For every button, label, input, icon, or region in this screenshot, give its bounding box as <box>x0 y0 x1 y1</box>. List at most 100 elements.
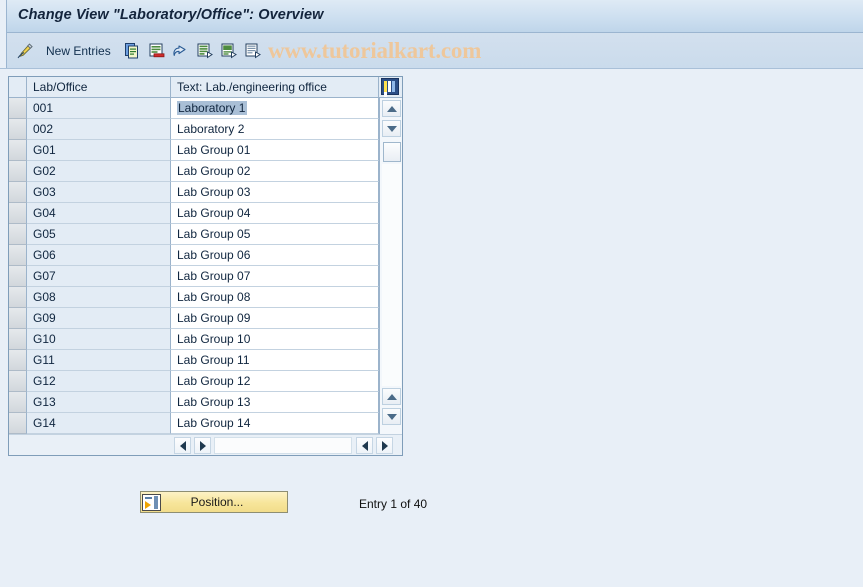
row-selector-button[interactable] <box>9 224 27 245</box>
table-row[interactable]: G10 Lab Group 10 <box>9 329 402 350</box>
cell-text[interactable]: Lab Group 14 <box>171 413 379 434</box>
scrollbar-track[interactable] <box>382 164 401 386</box>
cell-lab-office[interactable]: G02 <box>27 161 171 182</box>
table-row[interactable]: G06 Lab Group 06 <box>9 245 402 266</box>
scroll-right-button[interactable] <box>194 437 211 454</box>
cell-text[interactable]: Lab Group 13 <box>171 392 379 413</box>
row-selector-button[interactable] <box>9 245 27 266</box>
scroll-page-left-button[interactable] <box>356 437 373 454</box>
select-all-button[interactable] <box>196 39 214 63</box>
table-row[interactable]: G05 Lab Group 05 <box>9 224 402 245</box>
cell-text[interactable]: Lab Group 01 <box>171 140 379 161</box>
row-selector-button[interactable] <box>9 140 27 161</box>
cell-lab-office[interactable]: G03 <box>27 182 171 203</box>
scroll-page-down-button[interactable] <box>382 408 401 425</box>
scroll-up-button[interactable] <box>382 100 401 117</box>
cell-text[interactable]: Lab Group 11 <box>171 350 379 371</box>
deselect-all-button[interactable] <box>244 39 262 63</box>
table-vertical-scrollbar[interactable] <box>379 98 402 434</box>
row-selector-button[interactable] <box>9 371 27 392</box>
cell-lab-office[interactable]: G10 <box>27 329 171 350</box>
undo-button[interactable] <box>172 39 190 63</box>
row-selector-button[interactable] <box>9 392 27 413</box>
table-row[interactable]: G04 Lab Group 04 <box>9 203 402 224</box>
table-row[interactable]: G09 Lab Group 09 <box>9 308 402 329</box>
scroll-page-right-button[interactable] <box>376 437 393 454</box>
cell-lab-office[interactable]: G05 <box>27 224 171 245</box>
scrollbar-thumb[interactable] <box>383 142 401 162</box>
row-selector-button[interactable] <box>9 119 27 140</box>
table-row[interactable]: G01 Lab Group 01 <box>9 140 402 161</box>
row-selector-button[interactable] <box>9 308 27 329</box>
row-selector-button[interactable] <box>9 182 27 203</box>
cell-text[interactable]: Lab Group 03 <box>171 182 379 203</box>
window-title-bar: Change View "Laboratory/Office": Overvie… <box>0 0 863 33</box>
scroll-left-button[interactable] <box>174 437 191 454</box>
delete-icon <box>148 42 166 60</box>
row-selector-button[interactable] <box>9 98 27 119</box>
cell-text[interactable]: Laboratory 2 <box>171 119 379 140</box>
cell-text[interactable]: Laboratory 1 <box>171 98 379 119</box>
table-row[interactable]: G14 Lab Group 14 <box>9 413 402 434</box>
table-row[interactable]: G03 Lab Group 03 <box>9 182 402 203</box>
table-row[interactable]: G11 Lab Group 11 <box>9 350 402 371</box>
table-settings-cell[interactable] <box>379 77 402 97</box>
position-icon <box>142 493 161 511</box>
column-config-icon[interactable] <box>381 78 399 97</box>
new-entries-label: New Entries <box>46 44 111 58</box>
table-row[interactable]: G08 Lab Group 08 <box>9 287 402 308</box>
cell-lab-office[interactable]: G11 <box>27 350 171 371</box>
cell-lab-office[interactable]: 001 <box>27 98 171 119</box>
table-row[interactable]: G07 Lab Group 07 <box>9 266 402 287</box>
entry-status-text: Entry 1 of 40 <box>359 497 428 511</box>
cell-lab-office[interactable]: G12 <box>27 371 171 392</box>
triangle-left-icon <box>361 440 368 451</box>
cell-lab-office[interactable]: G08 <box>27 287 171 308</box>
copy-as-button[interactable] <box>124 39 142 63</box>
cell-text[interactable]: Lab Group 06 <box>171 245 379 266</box>
cell-lab-office[interactable]: G14 <box>27 413 171 434</box>
position-button[interactable]: Position... <box>140 491 288 513</box>
cell-text[interactable]: Lab Group 08 <box>171 287 379 308</box>
row-selector-header[interactable] <box>9 77 27 97</box>
cell-text[interactable]: Lab Group 04 <box>171 203 379 224</box>
horizontal-scrollbar-track[interactable] <box>214 437 352 454</box>
row-selector-button[interactable] <box>9 287 27 308</box>
entries-table: Lab/Office Text: Lab./engineering office… <box>8 76 403 456</box>
select-block-button[interactable] <box>220 39 238 63</box>
cell-lab-office[interactable]: 002 <box>27 119 171 140</box>
cell-text[interactable]: Lab Group 10 <box>171 329 379 350</box>
scroll-page-up-button[interactable] <box>382 388 401 405</box>
copy-icon <box>124 42 142 60</box>
cell-lab-office[interactable]: G06 <box>27 245 171 266</box>
cell-text[interactable]: Lab Group 02 <box>171 161 379 182</box>
cell-lab-office[interactable]: G09 <box>27 308 171 329</box>
scroll-down-button[interactable] <box>382 120 401 137</box>
table-row[interactable]: G02 Lab Group 02 <box>9 161 402 182</box>
column-header-text[interactable]: Text: Lab./engineering office <box>171 77 379 97</box>
table-row[interactable]: 002 Laboratory 2 <box>9 119 402 140</box>
delete-button[interactable] <box>148 39 166 63</box>
cell-lab-office[interactable]: G01 <box>27 140 171 161</box>
cell-lab-office[interactable]: G07 <box>27 266 171 287</box>
row-selector-button[interactable] <box>9 350 27 371</box>
table-body: 001 Laboratory 1 002 Laboratory 2 G01 Lab Gro… <box>9 98 402 434</box>
cell-text[interactable]: Lab Group 05 <box>171 224 379 245</box>
change-entry-button[interactable] <box>16 39 34 63</box>
table-row[interactable]: G12 Lab Group 12 <box>9 371 402 392</box>
cell-text[interactable]: Lab Group 09 <box>171 308 379 329</box>
row-selector-button[interactable] <box>9 161 27 182</box>
cell-text[interactable]: Lab Group 12 <box>171 371 379 392</box>
row-selector-button[interactable] <box>9 329 27 350</box>
cell-lab-office[interactable]: G04 <box>27 203 171 224</box>
column-header-lab-office[interactable]: Lab/Office <box>27 77 171 97</box>
table-horizontal-scrollbar[interactable] <box>9 434 402 455</box>
row-selector-button[interactable] <box>9 203 27 224</box>
cell-text[interactable]: Lab Group 07 <box>171 266 379 287</box>
table-row[interactable]: 001 Laboratory 1 <box>9 98 402 119</box>
row-selector-button[interactable] <box>9 266 27 287</box>
cell-lab-office[interactable]: G13 <box>27 392 171 413</box>
table-row[interactable]: G13 Lab Group 13 <box>9 392 402 413</box>
row-selector-button[interactable] <box>9 413 27 434</box>
new-entries-button[interactable]: New Entries <box>46 39 111 63</box>
